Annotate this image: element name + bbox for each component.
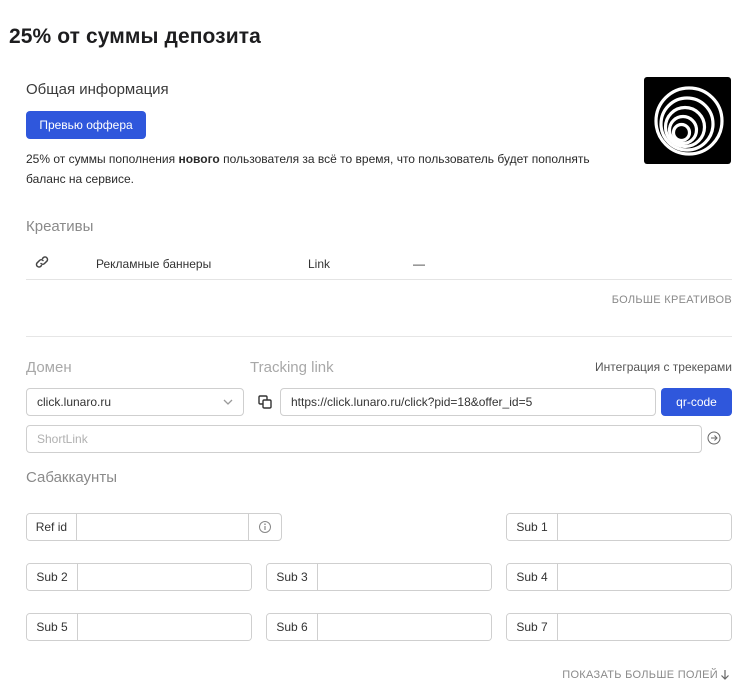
arrow-right-circle-icon[interactable] xyxy=(706,430,722,446)
sub1-input[interactable] xyxy=(558,514,731,540)
sub2-label: Sub 2 xyxy=(27,564,78,590)
sub6-input[interactable] xyxy=(318,614,491,640)
sub3-input[interactable] xyxy=(318,564,491,590)
sub5-label: Sub 5 xyxy=(27,614,78,640)
info-icon[interactable] xyxy=(247,514,281,540)
section-divider xyxy=(26,336,732,337)
creative-value: — xyxy=(413,257,425,271)
domain-select-value: click.lunaro.ru xyxy=(37,395,112,409)
offer-logo xyxy=(644,77,731,164)
sub6-label: Sub 6 xyxy=(267,614,318,640)
copy-icon[interactable] xyxy=(255,393,275,411)
page-title: 25% от суммы депозита xyxy=(9,25,261,48)
ref-id-input[interactable] xyxy=(76,514,248,540)
sub3-label: Sub 3 xyxy=(267,564,318,590)
sub7-field: Sub 7 xyxy=(506,613,732,641)
creative-row: Рекламные баннеры Link — xyxy=(26,248,732,280)
sub4-label: Sub 4 xyxy=(507,564,558,590)
description-bold: нового xyxy=(178,152,220,166)
sub1-field: Sub 1 xyxy=(506,513,732,541)
domain-label: Домен xyxy=(26,359,72,376)
sub4-field: Sub 4 xyxy=(506,563,732,591)
tracking-link-field[interactable] xyxy=(280,388,656,416)
sub6-field: Sub 6 xyxy=(266,613,492,641)
sub4-input[interactable] xyxy=(558,564,731,590)
tracking-link-label: Tracking link xyxy=(250,359,334,376)
offer-description: 25% от суммы пополнения нового пользоват… xyxy=(26,149,616,189)
ref-id-field: Ref id xyxy=(26,513,282,541)
ref-id-label: Ref id xyxy=(27,514,77,540)
sub1-label: Sub 1 xyxy=(507,514,558,540)
creative-name: Рекламные баннеры xyxy=(96,257,212,271)
arrow-down-icon xyxy=(721,670,729,680)
show-more-fields-link[interactable]: ПОКАЗАТЬ БОЛЬШЕ ПОЛЕЙ xyxy=(562,669,730,681)
shortlink-field[interactable] xyxy=(26,425,702,453)
offer-preview-button[interactable]: Превью оффера xyxy=(26,111,146,139)
description-start: 25% от суммы пополнения xyxy=(26,152,179,166)
sub7-input[interactable] xyxy=(558,614,731,640)
rings-logo-icon xyxy=(654,86,724,156)
tracker-integration-link[interactable]: Интеграция с трекерами xyxy=(595,360,732,374)
sub3-field: Sub 3 xyxy=(266,563,492,591)
sub2-field: Sub 2 xyxy=(26,563,252,591)
chevron-down-icon xyxy=(223,399,233,405)
qr-code-button[interactable]: qr-code xyxy=(661,388,732,416)
creative-type: Link xyxy=(308,257,331,271)
general-info-heading: Общая информация xyxy=(26,81,169,98)
creatives-heading: Креативы xyxy=(26,218,94,235)
subaccounts-heading: Сабаккаунты xyxy=(26,469,117,486)
link-icon[interactable] xyxy=(34,254,50,270)
sub7-label: Sub 7 xyxy=(507,614,558,640)
sub5-field: Sub 5 xyxy=(26,613,252,641)
sub2-input[interactable] xyxy=(78,564,251,590)
sub5-input[interactable] xyxy=(78,614,251,640)
domain-select[interactable]: click.lunaro.ru xyxy=(26,388,244,416)
more-creatives-link[interactable]: БОЛЬШЕ КРЕАТИВОВ xyxy=(612,294,732,306)
show-more-label: ПОКАЗАТЬ БОЛЬШЕ ПОЛЕЙ xyxy=(562,669,718,681)
